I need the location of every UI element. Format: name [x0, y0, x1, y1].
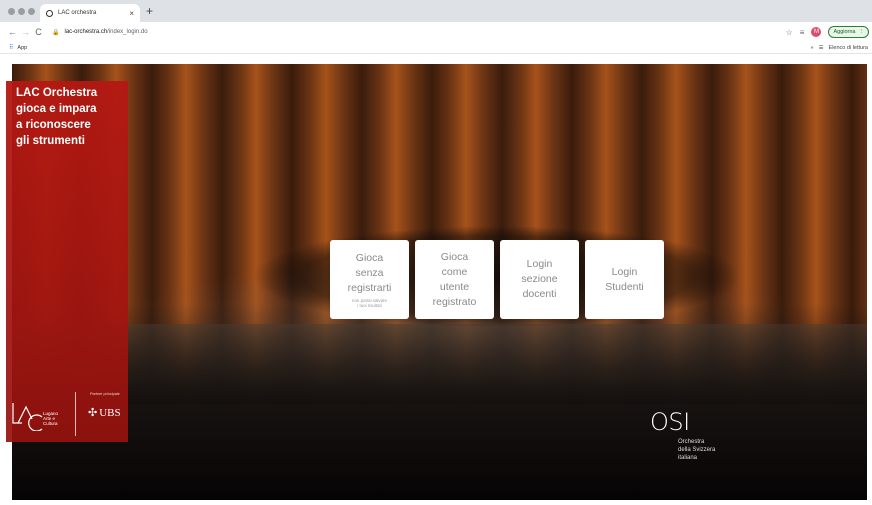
- audience-area: [12, 404, 867, 500]
- address-bar[interactable]: 🔒 lac-orchestra.ch/index_login.do: [52, 26, 780, 38]
- osi-subtitle-line: italiana: [678, 455, 698, 461]
- lock-icon: 🔒: [52, 29, 60, 36]
- ubs-keys-icon: ✣: [88, 407, 98, 419]
- lac-text: Lugano Arte e Cultura: [43, 411, 58, 426]
- chevron-right-icon: »: [810, 44, 814, 51]
- lac-logo-icon: [12, 403, 43, 431]
- bookmarks-bar: ⠿ App » ☰ Elenco di lettura: [0, 42, 872, 54]
- url-host: lac-orchestra.ch: [64, 29, 108, 35]
- play-without-registering-button[interactable]: Gioca senza registrarti non potrai salva…: [330, 240, 409, 319]
- card-label-line: Gioca: [355, 252, 384, 264]
- logos-area: Lugano Arte e Cultura Partner principale…: [6, 389, 128, 439]
- panel-title: LAC Orchestra gioca e impara a riconosce…: [16, 85, 124, 149]
- osi-subtitle-line: della Svizzera: [678, 447, 716, 453]
- card-label-line: come: [441, 265, 468, 278]
- side-panel: LAC Orchestra gioca e impara a riconosce…: [6, 81, 128, 442]
- new-tab-button[interactable]: +: [146, 4, 153, 18]
- logo-divider: [75, 392, 76, 436]
- tab-close-icon[interactable]: ×: [129, 9, 134, 18]
- reading-list-icon: ☰: [818, 44, 824, 51]
- panel-title-line: gli strumenti: [16, 135, 86, 147]
- teachers-login-button[interactable]: Login sezione docenti: [500, 240, 579, 319]
- panel-title-line: gioca e impara: [16, 103, 97, 115]
- osi-logo: OSI Orchestra della Svizzera italiana: [650, 408, 715, 461]
- play-as-registered-button[interactable]: Gioca come utente registrato: [415, 240, 494, 319]
- url-path: /index_login.do: [107, 29, 148, 35]
- lac-text-line: Cultura: [43, 421, 58, 426]
- more-icon: ⋮: [858, 29, 865, 35]
- media-queue-icon[interactable]: ≡: [800, 28, 805, 37]
- update-label: Aggiorna: [833, 29, 856, 35]
- minimize-window-dot[interactable]: [18, 8, 25, 15]
- maximize-window-dot[interactable]: [28, 8, 35, 15]
- card-label-line: registrarti: [347, 282, 392, 294]
- close-window-dot[interactable]: [8, 8, 15, 15]
- browser-tab[interactable]: LAC orchestra ×: [40, 4, 140, 22]
- panel-title-line: a riconoscere: [16, 119, 91, 131]
- reading-list-label: Elenco di lettura: [828, 44, 868, 51]
- card-note-line: i tuoi risultati: [357, 303, 382, 308]
- card-label-line: Login: [611, 265, 638, 278]
- card-label-line: docenti: [522, 288, 557, 300]
- osi-mark: OSI: [650, 408, 690, 436]
- reading-list[interactable]: » ☰ Elenco di lettura: [811, 45, 868, 51]
- osi-subtitle-line: Orchestra: [678, 439, 705, 445]
- osi-subtitle: Orchestra della Svizzera italiana: [678, 438, 715, 462]
- ubs-label: UBS: [99, 406, 121, 419]
- toolbar-actions: ☆ ≡ M Aggiorna ⋮: [786, 25, 872, 39]
- card-label-line: utente: [439, 280, 470, 293]
- card-label-line: senza: [355, 267, 384, 279]
- back-arrow-icon[interactable]: ←: [6, 27, 19, 37]
- profile-avatar[interactable]: M: [811, 27, 822, 37]
- ubs-logo: ✣ UBS: [88, 406, 121, 420]
- star-icon[interactable]: ☆: [786, 28, 793, 37]
- browser-toolbar: ← → C 🔒 lac-orchestra.ch/index_login.do …: [0, 22, 872, 42]
- tab-title: LAC orchestra: [58, 10, 97, 16]
- card-label-line: Login: [526, 258, 553, 270]
- login-options: Gioca senza registrarti non potrai salva…: [330, 240, 664, 319]
- reload-icon[interactable]: C: [32, 27, 45, 37]
- forward-arrow-icon[interactable]: →: [19, 27, 32, 37]
- card-label-line: Gioca: [440, 250, 469, 263]
- globe-icon: [46, 9, 53, 17]
- update-button[interactable]: Aggiorna ⋮: [828, 26, 869, 38]
- apps-grid-icon[interactable]: ⠿: [9, 44, 13, 51]
- tab-bar: LAC orchestra × +: [0, 0, 872, 22]
- students-login-button[interactable]: Login Studenti: [585, 240, 664, 319]
- card-label-line: Studenti: [605, 280, 644, 293]
- card-label-line: sezione: [521, 273, 558, 285]
- card-note: non potrai salvare i tuoi risultati: [352, 298, 387, 308]
- partner-label: Partner principale: [90, 392, 120, 396]
- apps-bookmark[interactable]: App: [17, 45, 27, 51]
- card-label-line: registrato: [432, 295, 477, 308]
- panel-title-line: LAC Orchestra: [16, 87, 98, 99]
